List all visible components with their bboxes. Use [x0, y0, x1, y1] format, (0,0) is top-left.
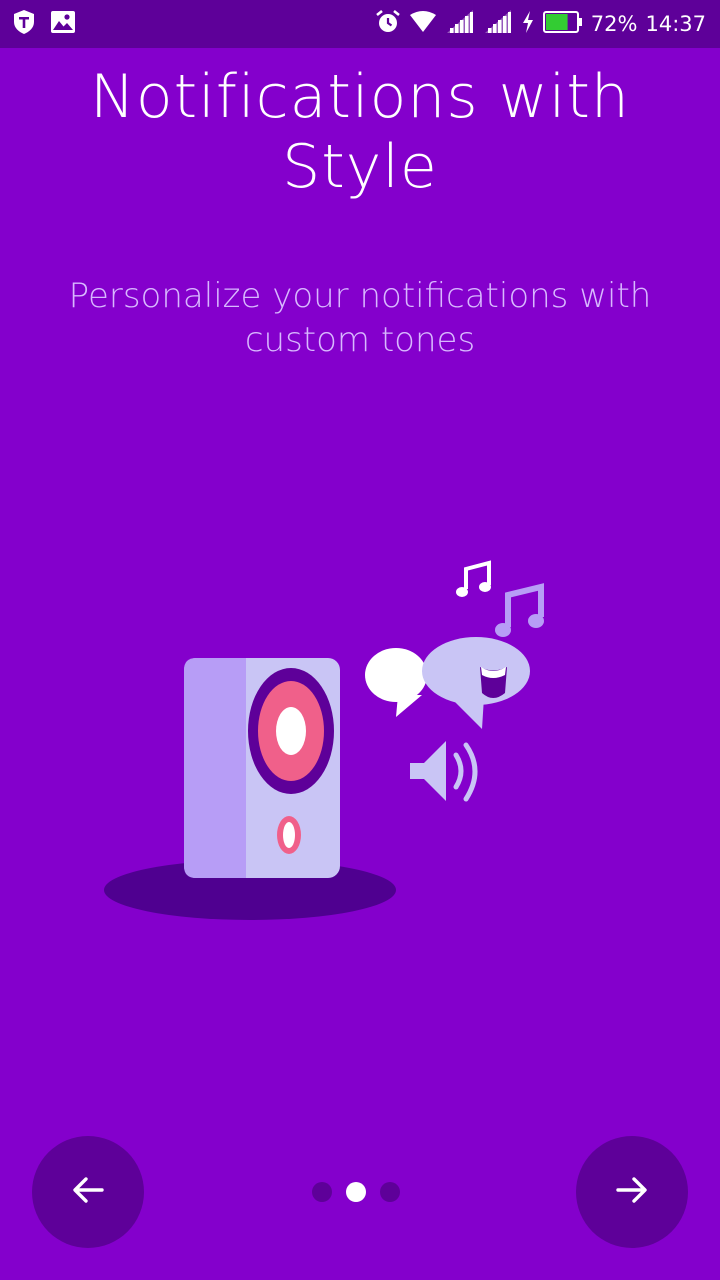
page-indicator: [312, 1181, 400, 1203]
battery-icon: [542, 11, 583, 37]
page-dot: [380, 1182, 400, 1202]
signal-icon: [483, 9, 513, 39]
battery-percent: 72%: [590, 11, 638, 36]
shield-app-icon: [12, 9, 36, 39]
signal-icon: [445, 9, 475, 39]
charging-icon: [521, 10, 535, 38]
page-dot: [346, 1182, 366, 1202]
status-bar: 72% 14:37: [0, 0, 720, 48]
speaker-notification-illustration: [104, 560, 544, 920]
wifi-icon: [409, 10, 437, 38]
speaker-icon: [184, 658, 340, 878]
page-title: Notifications with Style: [90, 62, 630, 202]
music-notes-icon: [456, 560, 544, 637]
arrow-right-icon: [614, 1172, 650, 1212]
gallery-icon: [50, 10, 76, 38]
previous-button[interactable]: [32, 1136, 144, 1248]
page-subtitle: Personalize your notifications with cust…: [68, 276, 652, 360]
alarm-icon: [375, 9, 401, 39]
arrow-left-icon: [70, 1172, 106, 1212]
status-time: 14:37: [645, 11, 706, 36]
chat-bubbles-icon: [365, 637, 530, 729]
page-dot: [312, 1182, 332, 1202]
volume-icon: [410, 741, 478, 802]
next-button[interactable]: [576, 1136, 688, 1248]
